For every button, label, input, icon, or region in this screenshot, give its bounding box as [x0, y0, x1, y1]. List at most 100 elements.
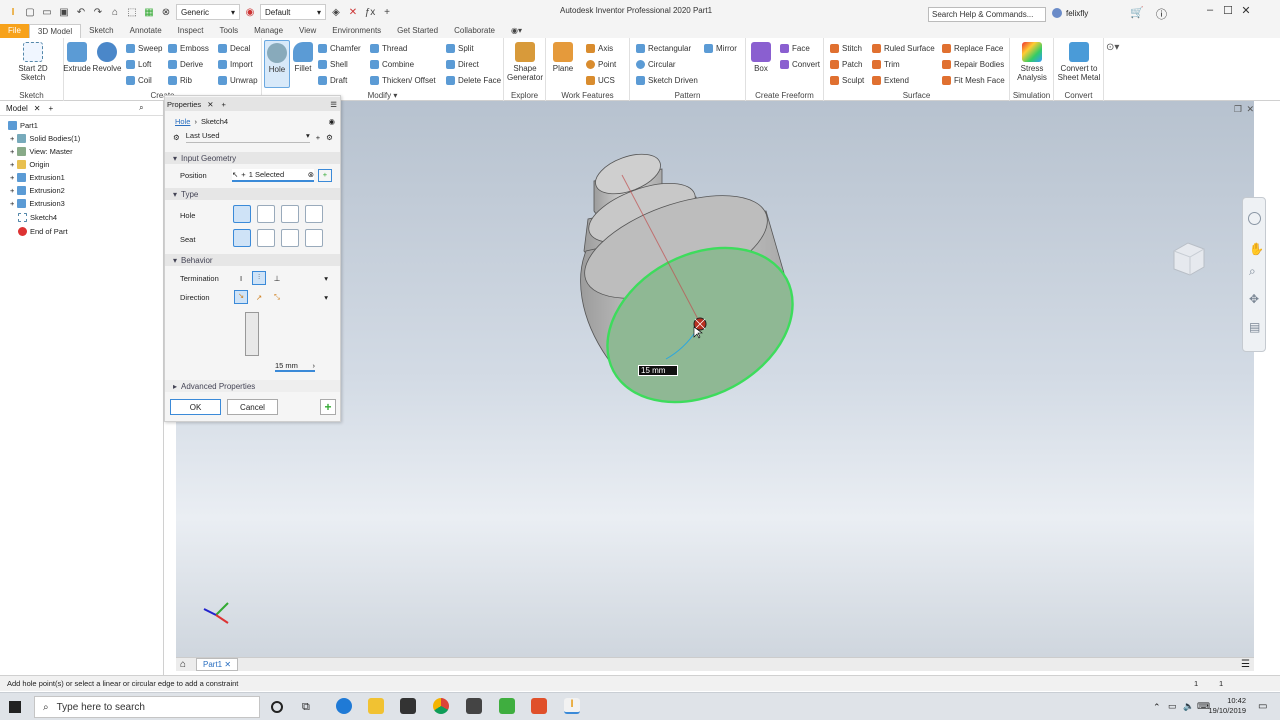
- cart-icon[interactable]: 🛒: [1130, 6, 1144, 19]
- tab-3d-model[interactable]: 3D Model: [28, 24, 82, 38]
- expand-icon[interactable]: +: [10, 199, 14, 208]
- through-all-icon[interactable]: ⫶: [252, 271, 266, 285]
- tray-chevron-icon[interactable]: ⌃: [1153, 702, 1161, 713]
- recorder-icon[interactable]: [531, 698, 547, 714]
- edge-icon[interactable]: [336, 698, 352, 714]
- plane-button[interactable]: Plane: [546, 42, 580, 73]
- close-viewport-icon[interactable]: ✕: [1246, 104, 1254, 115]
- tree-item-extrusion3[interactable]: + Extrusion3: [10, 197, 65, 210]
- convert-button[interactable]: Convert: [780, 58, 820, 71]
- chevron-down-icon[interactable]: ▾: [324, 293, 328, 302]
- add-point-icon[interactable]: +: [318, 168, 332, 182]
- add-tab-icon[interactable]: +: [49, 104, 54, 113]
- counterbore-icon[interactable]: [257, 229, 275, 247]
- point-button[interactable]: Point: [586, 58, 616, 71]
- dimension-input[interactable]: 15 mm: [638, 365, 678, 376]
- steering-wheel-icon[interactable]: [1248, 212, 1261, 225]
- new-icon[interactable]: ▢: [23, 5, 37, 19]
- tab-environments[interactable]: Environments: [324, 24, 389, 38]
- close-button[interactable]: ✕: [1238, 4, 1254, 20]
- chevron-down-icon[interactable]: ▾: [324, 274, 328, 283]
- depth-input[interactable]: 15 mm ›: [275, 360, 315, 372]
- unwrap-button[interactable]: Unwrap: [218, 74, 258, 87]
- part-body[interactable]: [571, 146, 819, 432]
- ribbon-settings-icon[interactable]: ⊙▾: [1106, 42, 1119, 53]
- section-input-geometry[interactable]: ▾ Input Geometry: [165, 152, 340, 164]
- chrome-icon[interactable]: [433, 698, 449, 714]
- tree-item-extrusion2[interactable]: + Extrusion2: [10, 184, 65, 197]
- apply-add-icon[interactable]: +: [320, 399, 336, 415]
- clearance-hole-icon[interactable]: [257, 205, 275, 223]
- tab-tools[interactable]: Tools: [211, 24, 246, 38]
- simple-hole-icon[interactable]: [233, 205, 251, 223]
- derive-button[interactable]: Derive: [168, 58, 203, 71]
- properties-tab[interactable]: Properties: [167, 100, 201, 109]
- user-name[interactable]: felixfly: [1066, 9, 1088, 18]
- tab-file[interactable]: File: [0, 24, 29, 38]
- taskbar-search-input[interactable]: ⌕ Type here to search: [34, 696, 260, 718]
- section-type[interactable]: ▾ Type: [165, 188, 340, 200]
- customize-icon[interactable]: +: [380, 5, 394, 19]
- symmetric-direction-icon[interactable]: ⤡: [270, 292, 284, 302]
- search-icon[interactable]: ⌕: [139, 103, 143, 113]
- cancel-button[interactable]: Cancel: [227, 399, 278, 415]
- clock[interactable]: 10:42 19/10/2019: [1200, 696, 1246, 716]
- add-tab-icon[interactable]: +: [221, 100, 225, 109]
- home-icon[interactable]: ⌂: [108, 5, 122, 19]
- rectangular-button[interactable]: Rectangular: [636, 42, 691, 55]
- zoom-icon[interactable]: ⌕: [1249, 264, 1256, 279]
- trim-button[interactable]: Trim: [872, 58, 900, 71]
- flipped-direction-icon[interactable]: ↗: [252, 293, 266, 302]
- taper-tapped-hole-icon[interactable]: [305, 205, 323, 223]
- store-icon[interactable]: [400, 698, 416, 714]
- orbit-icon[interactable]: ✥: [1249, 292, 1259, 306]
- user-avatar-icon[interactable]: [1052, 8, 1062, 18]
- extend-button[interactable]: Extend: [872, 74, 909, 87]
- appearance-combo[interactable]: Default ▾: [260, 4, 326, 20]
- home-icon[interactable]: ⌂: [180, 659, 186, 670]
- hole-button[interactable]: Hole: [264, 40, 290, 88]
- box-button[interactable]: Box: [746, 42, 776, 73]
- help-icon[interactable]: ⓘ: [1156, 6, 1167, 22]
- save-icon[interactable]: ▣: [57, 5, 71, 19]
- face-button[interactable]: Face: [780, 42, 810, 55]
- tree-item-extrusion1[interactable]: + Extrusion1: [10, 171, 65, 184]
- menu-icon[interactable]: ☰: [330, 100, 337, 109]
- import-button[interactable]: Import: [218, 58, 253, 71]
- expand-icon[interactable]: +: [10, 186, 14, 195]
- task-view-icon[interactable]: ⧉: [302, 701, 310, 714]
- preset-select[interactable]: Last Used ▾: [185, 131, 310, 143]
- select-icon[interactable]: ⬚: [125, 5, 139, 19]
- tab-manage[interactable]: Manage: [246, 24, 291, 38]
- circular-button[interactable]: Circular: [636, 58, 676, 71]
- tree-item-part1[interactable]: Part1: [8, 119, 38, 132]
- preset-settings-icon[interactable]: ⚙: [326, 133, 333, 142]
- fx-icon[interactable]: ƒx: [363, 5, 377, 19]
- ruled-surface-button[interactable]: Ruled Surface: [872, 42, 935, 55]
- tree-item-origin[interactable]: + Origin: [10, 158, 49, 171]
- tree-item-end-of-part[interactable]: End of Part: [18, 225, 68, 238]
- file-explorer-icon[interactable]: [368, 698, 384, 714]
- countersink-icon[interactable]: [305, 229, 323, 247]
- rib-button[interactable]: Rib: [168, 74, 192, 87]
- redo-icon[interactable]: ↷: [91, 5, 105, 19]
- tree-item-view-master[interactable]: + View: Master: [10, 145, 73, 158]
- network-icon[interactable]: ▭: [1168, 701, 1177, 712]
- tab-sketch[interactable]: Sketch: [81, 24, 121, 38]
- expand-icon[interactable]: +: [10, 173, 14, 182]
- sculpt-button[interactable]: Sculpt: [830, 74, 864, 87]
- clear-selection-icon[interactable]: ⊗: [308, 170, 314, 179]
- close-icon[interactable]: ✕: [207, 100, 213, 109]
- maximize-button[interactable]: ☐: [1220, 4, 1236, 20]
- to-termination-icon[interactable]: ⊥: [270, 274, 284, 283]
- cortana-icon[interactable]: [271, 701, 283, 713]
- add-preset-icon[interactable]: +: [316, 133, 320, 142]
- axis-button[interactable]: Axis: [586, 42, 613, 55]
- expand-icon[interactable]: +: [10, 160, 14, 169]
- coil-button[interactable]: Coil: [126, 74, 152, 87]
- distance-termination-icon[interactable]: I: [234, 274, 248, 283]
- revolve-button[interactable]: Revolve: [90, 42, 124, 73]
- thread-button[interactable]: Thread: [370, 42, 407, 55]
- browser-tab-model[interactable]: Model: [6, 104, 28, 113]
- loft-button[interactable]: Loft: [126, 58, 151, 71]
